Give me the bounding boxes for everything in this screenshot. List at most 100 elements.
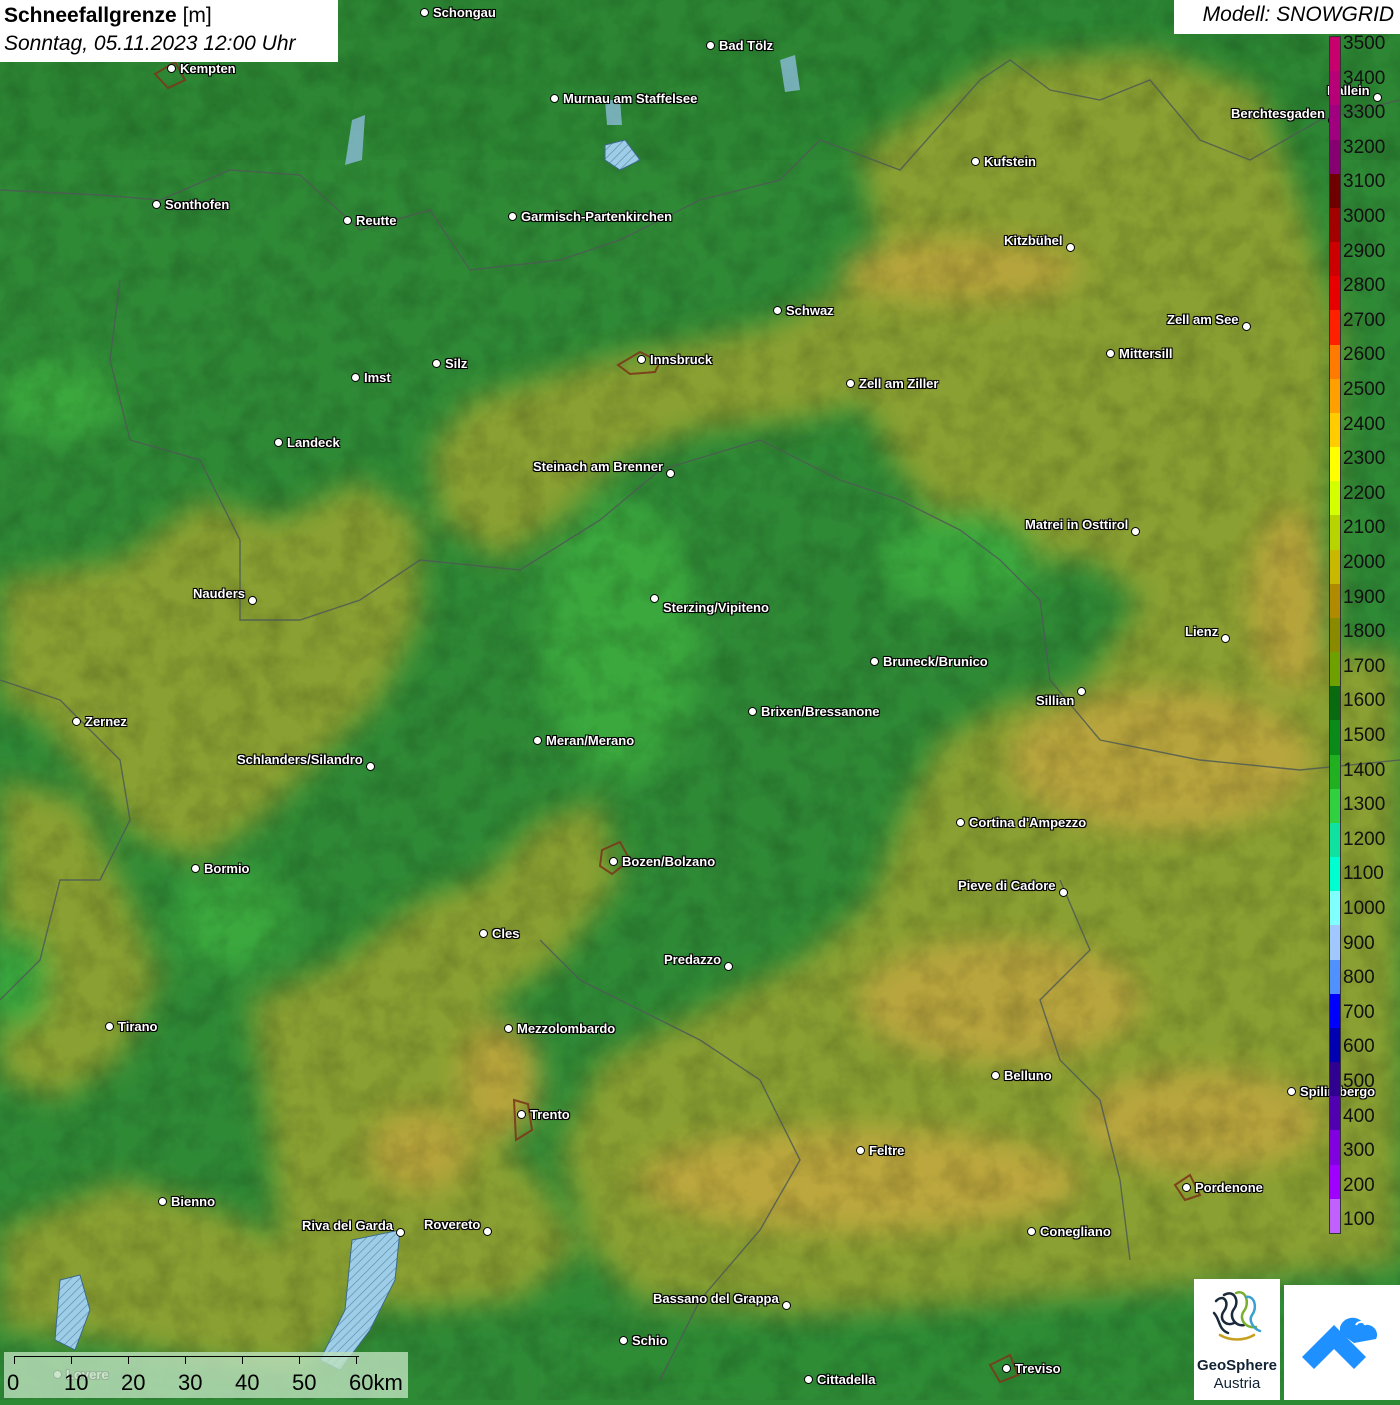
scale-tick: [71, 1356, 72, 1364]
city-marker[interactable]: [533, 736, 542, 745]
scale-bar: 0 10 20 30 40 50 60km: [4, 1352, 408, 1398]
city-label: Bozen/Bolzano: [622, 854, 716, 869]
city-marker[interactable]: [1077, 687, 1086, 696]
city-marker[interactable]: [609, 857, 618, 866]
city-marker[interactable]: [274, 438, 283, 447]
city-marker[interactable]: [971, 157, 980, 166]
city-marker[interactable]: [1287, 1087, 1296, 1096]
city-marker[interactable]: [366, 762, 375, 771]
city-marker[interactable]: [666, 469, 675, 478]
legend-label: 3100: [1343, 171, 1386, 193]
city-marker[interactable]: [508, 212, 517, 221]
legend-swatch: [1330, 105, 1340, 140]
city-label: Trento: [530, 1107, 570, 1122]
city-label: Belluno: [1004, 1068, 1052, 1083]
legend-swatch: [1330, 515, 1340, 551]
city-marker[interactable]: [706, 41, 715, 50]
geosphere-emblem-icon: [1212, 1291, 1262, 1341]
legend-swatch: [1330, 1096, 1340, 1131]
map-title-unit: [m]: [176, 4, 212, 27]
legend-label: 1200: [1343, 828, 1386, 850]
map-title-main: Schneefallgrenze: [4, 4, 177, 27]
legend-swatch: [1330, 344, 1340, 380]
scale-label: 20: [121, 1370, 146, 1395]
city-marker[interactable]: [420, 8, 429, 17]
city-marker[interactable]: [105, 1022, 114, 1031]
legend-swatch: [1330, 71, 1340, 106]
legend-swatch: [1330, 1062, 1340, 1097]
scale-line: [14, 1356, 359, 1357]
legend-swatch: [1330, 207, 1340, 243]
city-marker[interactable]: [191, 864, 200, 873]
city-marker[interactable]: [782, 1301, 791, 1310]
legend-label: 1500: [1343, 725, 1386, 746]
scale-tick: [356, 1356, 357, 1364]
city-marker[interactable]: [1066, 243, 1075, 252]
city-marker[interactable]: [550, 94, 559, 103]
city-marker[interactable]: [1242, 322, 1251, 331]
city-marker[interactable]: [956, 818, 965, 827]
city-marker[interactable]: [870, 657, 879, 666]
city-marker[interactable]: [479, 929, 488, 938]
city-label: Riva del Garda: [302, 1218, 394, 1233]
city-label: Mezzolombardo: [517, 1021, 616, 1036]
legend-swatch: [1330, 447, 1340, 482]
city-marker[interactable]: [804, 1375, 813, 1384]
legend-label: 400: [1343, 1105, 1375, 1127]
city-marker[interactable]: [991, 1071, 1000, 1080]
city-label: Bormio: [204, 861, 250, 876]
city-label: Nauders: [193, 586, 246, 601]
city-marker[interactable]: [619, 1336, 628, 1345]
city-marker[interactable]: [517, 1110, 526, 1119]
city-marker[interactable]: [343, 216, 352, 225]
legend-swatch: [1330, 173, 1340, 209]
city-marker[interactable]: [846, 379, 855, 388]
city-label: Pieve di Cadore: [958, 878, 1056, 893]
legend-label: 700: [1343, 1001, 1375, 1023]
snow-app-logo[interactable]: [1284, 1285, 1400, 1400]
city-marker[interactable]: [248, 596, 257, 605]
city-marker[interactable]: [72, 717, 81, 726]
city-marker[interactable]: [1221, 634, 1230, 643]
city-label: Cittadella: [817, 1372, 876, 1387]
city-marker[interactable]: [1027, 1227, 1036, 1236]
legend-label: 1800: [1343, 621, 1386, 643]
city-marker[interactable]: [351, 373, 360, 382]
geosphere-logo-line2: Austria: [1213, 1375, 1261, 1392]
city-label: Innsbruck: [650, 352, 713, 367]
city-marker[interactable]: [1106, 349, 1115, 358]
city-marker[interactable]: [856, 1146, 865, 1155]
city-marker[interactable]: [504, 1024, 513, 1033]
legend-swatch: [1330, 857, 1340, 892]
city-marker[interactable]: [483, 1227, 492, 1236]
legend-label: 1400: [1343, 759, 1386, 781]
legend-swatch: [1330, 242, 1340, 277]
city-label: Conegliano: [1040, 1224, 1111, 1239]
city-marker[interactable]: [1002, 1364, 1011, 1373]
city-marker[interactable]: [1131, 527, 1140, 536]
legend-label: 1000: [1343, 898, 1386, 919]
city-marker[interactable]: [748, 707, 757, 716]
city-marker[interactable]: [637, 355, 646, 364]
city-marker[interactable]: [773, 306, 782, 315]
city-marker[interactable]: [167, 64, 176, 73]
city-label: Bienno: [171, 1194, 216, 1209]
legend-label: 2500: [1343, 379, 1386, 400]
city-marker[interactable]: [650, 594, 659, 603]
legend-label: 3500: [1343, 33, 1386, 54]
city-label: Kempten: [180, 61, 236, 76]
city-marker[interactable]: [1182, 1183, 1191, 1192]
legend-swatch: [1330, 822, 1340, 858]
scale-label: 10: [64, 1370, 89, 1395]
city-marker[interactable]: [432, 359, 441, 368]
city-label: Lienz: [1185, 624, 1219, 639]
city-marker[interactable]: [152, 200, 161, 209]
legend-label: 3200: [1343, 136, 1386, 158]
legend-swatch: [1330, 686, 1340, 721]
geosphere-logo[interactable]: GeoSphere Austria: [1194, 1279, 1280, 1400]
city-marker[interactable]: [396, 1228, 405, 1237]
city-marker[interactable]: [1059, 888, 1068, 897]
city-marker[interactable]: [158, 1197, 167, 1206]
legend-swatch: [1330, 378, 1340, 414]
city-marker[interactable]: [724, 962, 733, 971]
